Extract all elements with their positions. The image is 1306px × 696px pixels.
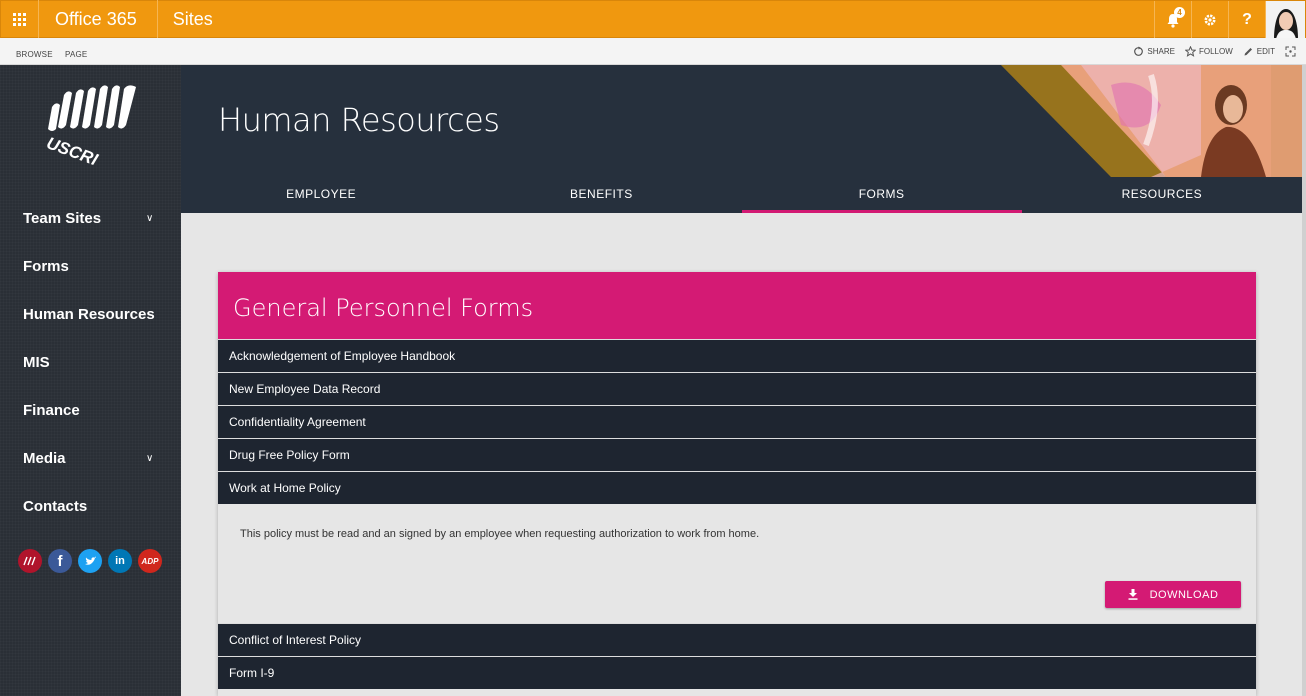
ribbon-tab-page[interactable]: PAGE: [65, 50, 87, 59]
waffle-icon: [13, 12, 26, 26]
help-icon: ?: [1242, 11, 1252, 28]
notifications-button[interactable]: 4: [1154, 1, 1191, 39]
scrollbar[interactable]: [1302, 65, 1306, 696]
sidebar-item-forms[interactable]: Forms: [23, 258, 69, 275]
accordion-content: This policy must be read and an signed b…: [218, 504, 1256, 623]
forms-panel: General Personnel Forms Acknowledgement …: [218, 272, 1256, 696]
news-icon[interactable]: [18, 549, 42, 573]
sidebar-item-media[interactable]: Media: [23, 450, 66, 467]
form-description: This policy must be read and an signed b…: [240, 528, 760, 540]
tab-resources[interactable]: RESOURCES: [1022, 177, 1302, 213]
ribbon: BROWSE PAGE SHARE FOLLOW EDIT: [0, 38, 1306, 65]
sites-link[interactable]: Sites: [158, 0, 213, 38]
follow-label: FOLLOW: [1198, 47, 1233, 56]
user-photo: [1266, 1, 1305, 39]
gear-icon: [1204, 14, 1216, 26]
sidebar: USCRI Team Sites ∨ Forms Human Resources…: [0, 65, 181, 696]
sidebar-item-mis[interactable]: MIS: [23, 354, 50, 371]
download-icon: [1128, 589, 1138, 600]
chevron-down-icon[interactable]: ∨: [146, 213, 153, 224]
focus-icon: [1285, 46, 1296, 57]
share-label: SHARE: [1147, 47, 1175, 56]
focus-button[interactable]: [1285, 46, 1296, 57]
accordion-row[interactable]: New Employee Data Record: [218, 372, 1256, 405]
edit-button[interactable]: EDIT: [1243, 46, 1275, 57]
site-header: Human Resources EMPLOYEE BENEFITS FORMS …: [181, 65, 1302, 213]
download-label: DOWNLOAD: [1149, 588, 1219, 601]
app-title[interactable]: Office 365: [39, 0, 158, 38]
avatar[interactable]: [1265, 1, 1305, 39]
sidebar-item-contacts[interactable]: Contacts: [23, 498, 87, 515]
share-icon: [1134, 46, 1144, 56]
accordion-row-expanded[interactable]: Work at Home Policy: [218, 471, 1256, 504]
accordion-row[interactable]: Confidentiality Agreement: [218, 405, 1256, 438]
sidebar-item-team-sites[interactable]: Team Sites: [23, 210, 101, 227]
logo-text: USCRI: [44, 133, 101, 169]
star-icon: [1184, 46, 1196, 57]
app-launcher-button[interactable]: [1, 0, 39, 38]
help-button[interactable]: ?: [1228, 1, 1265, 39]
share-button[interactable]: SHARE: [1133, 46, 1175, 57]
settings-button[interactable]: [1191, 1, 1228, 39]
social-links: f in ADP: [18, 549, 162, 573]
facebook-icon[interactable]: f: [48, 549, 72, 573]
accordion-row[interactable]: Conflict of Interest Policy: [218, 623, 1256, 656]
sidebar-item-human-resources[interactable]: Human Resources: [23, 306, 155, 323]
notification-badge: 4: [1174, 7, 1185, 18]
tab-employee[interactable]: EMPLOYEE: [181, 177, 461, 213]
section-tabs: EMPLOYEE BENEFITS FORMS RESOURCES: [181, 177, 1302, 213]
ribbon-tab-browse[interactable]: BROWSE: [16, 50, 53, 59]
page-title: Human Resources: [218, 101, 500, 139]
edit-label: EDIT: [1256, 47, 1275, 56]
pencil-icon: [1244, 48, 1252, 56]
sidebar-item-finance[interactable]: Finance: [23, 402, 80, 419]
follow-button[interactable]: FOLLOW: [1184, 46, 1233, 57]
header-photo: [1001, 65, 1302, 177]
accordion-row[interactable]: Drug Free Policy Form: [218, 438, 1256, 471]
uscri-logo[interactable]: USCRI: [36, 85, 146, 175]
accordion-row[interactable]: Form I-9: [218, 656, 1256, 689]
twitter-icon[interactable]: [78, 549, 102, 573]
tab-forms[interactable]: FORMS: [741, 177, 1023, 213]
tab-benefits[interactable]: BENEFITS: [461, 177, 741, 213]
download-button[interactable]: DOWNLOAD: [1105, 581, 1241, 608]
linkedin-icon[interactable]: in: [108, 549, 132, 573]
accordion-row[interactable]: Acknowledgement of Employee Handbook: [218, 339, 1256, 372]
suite-bar: Office 365 Sites 4 ?: [0, 0, 1306, 39]
panel-title: General Personnel Forms: [218, 272, 1256, 339]
adp-icon[interactable]: ADP: [138, 549, 162, 573]
chevron-down-icon[interactable]: ∨: [146, 453, 153, 464]
